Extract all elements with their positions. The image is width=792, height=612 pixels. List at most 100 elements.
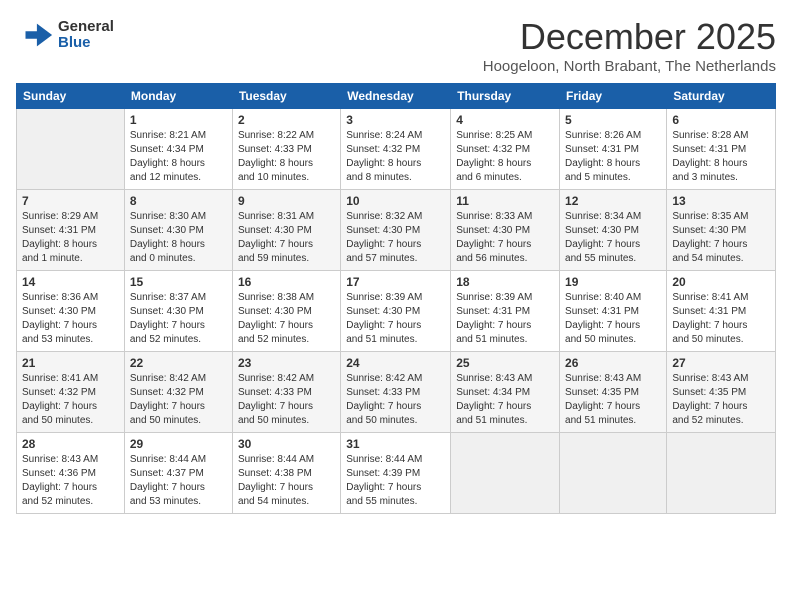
day-number: 8 <box>130 194 227 208</box>
calendar-cell: 28 Sunrise: 8:43 AMSunset: 4:36 PMDayligh… <box>17 433 125 514</box>
calendar-row-1: 7Sunrise: 8:29 AMSunset: 4:31 PMDaylight… <box>17 190 776 271</box>
calendar-cell: 16 Sunrise: 8:38 AMSunset: 4:30 PMDayligh… <box>232 271 340 352</box>
day-info: Sunrise: 8:43 AMSunset: 4:35 PMDaylight:… <box>672 372 770 428</box>
title-block: December 2025 Hoogeloon, North Brabant, … <box>483 16 776 75</box>
logo: General Blue <box>16 16 114 54</box>
calendar-cell: 25 Sunrise: 8:43 AMSunset: 4:34 PMDayligh… <box>451 352 560 433</box>
day-info: Sunrise: 8:30 AMSunset: 4:30 PMDaylight:… <box>130 210 227 266</box>
calendar-row-3: 21 Sunrise: 8:41 AMSunset: 4:32 PMDayligh… <box>17 352 776 433</box>
logo-general-text: General <box>58 19 114 36</box>
day-number: 19 <box>565 275 661 289</box>
day-info: Sunrise: 8:42 AMSunset: 4:32 PMDaylight:… <box>130 372 227 428</box>
calendar-cell: 17 Sunrise: 8:39 AMSunset: 4:30 PMDayligh… <box>341 271 451 352</box>
day-number: 11 <box>456 194 554 208</box>
calendar-cell: 22 Sunrise: 8:42 AMSunset: 4:32 PMDayligh… <box>124 352 232 433</box>
day-number: 25 <box>456 356 554 370</box>
day-number: 16 <box>238 275 335 289</box>
calendar-cell: 7Sunrise: 8:29 AMSunset: 4:31 PMDaylight… <box>17 190 125 271</box>
day-info: Sunrise: 8:25 AMSunset: 4:32 PMDaylight:… <box>456 129 554 185</box>
day-number: 13 <box>672 194 770 208</box>
calendar-cell: 9 Sunrise: 8:31 AMSunset: 4:30 PMDaylight… <box>232 190 340 271</box>
day-info: Sunrise: 8:33 AMSunset: 4:30 PMDaylight:… <box>456 210 554 266</box>
page-header: General Blue December 2025 Hoogeloon, No… <box>16 16 776 75</box>
day-number: 26 <box>565 356 661 370</box>
calendar-cell: 21 Sunrise: 8:41 AMSunset: 4:32 PMDayligh… <box>17 352 125 433</box>
day-info: Sunrise: 8:29 AMSunset: 4:31 PMDaylight:… <box>22 210 119 266</box>
day-number: 4 <box>456 113 554 127</box>
day-info: Sunrise: 8:31 AMSunset: 4:30 PMDaylight:… <box>238 210 335 266</box>
calendar-cell: 5 Sunrise: 8:26 AMSunset: 4:31 PMDaylight… <box>560 109 667 190</box>
calendar-cell: 31Sunrise: 8:44 AMSunset: 4:39 PMDayligh… <box>341 433 451 514</box>
header-sunday: Sunday <box>17 84 125 109</box>
day-number: 1 <box>130 113 227 127</box>
calendar-row-2: 14 Sunrise: 8:36 AMSunset: 4:30 PMDayligh… <box>17 271 776 352</box>
calendar-cell: 14 Sunrise: 8:36 AMSunset: 4:30 PMDayligh… <box>17 271 125 352</box>
logo-icon <box>16 16 54 54</box>
calendar-cell: 20Sunrise: 8:41 AMSunset: 4:31 PMDayligh… <box>667 271 776 352</box>
day-info: Sunrise: 8:24 AMSunset: 4:32 PMDaylight:… <box>346 129 445 185</box>
location-subtitle: Hoogeloon, North Brabant, The Netherland… <box>483 58 776 75</box>
calendar-cell <box>560 433 667 514</box>
calendar-cell: 30 Sunrise: 8:44 AMSunset: 4:38 PMDayligh… <box>232 433 340 514</box>
calendar-cell: 18Sunrise: 8:39 AMSunset: 4:31 PMDayligh… <box>451 271 560 352</box>
calendar-row-4: 28 Sunrise: 8:43 AMSunset: 4:36 PMDayligh… <box>17 433 776 514</box>
calendar-cell: 2 Sunrise: 8:22 AMSunset: 4:33 PMDaylight… <box>232 109 340 190</box>
day-number: 2 <box>238 113 335 127</box>
calendar-cell: 19 Sunrise: 8:40 AMSunset: 4:31 PMDayligh… <box>560 271 667 352</box>
day-info: Sunrise: 8:43 AMSunset: 4:34 PMDaylight:… <box>456 372 554 428</box>
calendar-cell: 12Sunrise: 8:34 AMSunset: 4:30 PMDayligh… <box>560 190 667 271</box>
day-number: 12 <box>565 194 661 208</box>
day-info: Sunrise: 8:36 AMSunset: 4:30 PMDaylight:… <box>22 291 119 347</box>
header-row: Sunday Monday Tuesday Wednesday Thursday… <box>17 84 776 109</box>
day-info: Sunrise: 8:38 AMSunset: 4:30 PMDaylight:… <box>238 291 335 347</box>
day-number: 17 <box>346 275 445 289</box>
calendar-body: 1 Sunrise: 8:21 AMSunset: 4:34 PMDaylight… <box>17 109 776 514</box>
calendar-header: Sunday Monday Tuesday Wednesday Thursday… <box>17 84 776 109</box>
header-wednesday: Wednesday <box>341 84 451 109</box>
calendar-cell <box>17 109 125 190</box>
day-info: Sunrise: 8:35 AMSunset: 4:30 PMDaylight:… <box>672 210 770 266</box>
day-info: Sunrise: 8:39 AMSunset: 4:31 PMDaylight:… <box>456 291 554 347</box>
calendar-cell: 11 Sunrise: 8:33 AMSunset: 4:30 PMDayligh… <box>451 190 560 271</box>
header-friday: Friday <box>560 84 667 109</box>
day-number: 9 <box>238 194 335 208</box>
day-number: 22 <box>130 356 227 370</box>
calendar-cell: 15Sunrise: 8:37 AMSunset: 4:30 PMDayligh… <box>124 271 232 352</box>
calendar-cell: 29 Sunrise: 8:44 AMSunset: 4:37 PMDayligh… <box>124 433 232 514</box>
day-number: 3 <box>346 113 445 127</box>
calendar-cell: 8 Sunrise: 8:30 AMSunset: 4:30 PMDaylight… <box>124 190 232 271</box>
header-saturday: Saturday <box>667 84 776 109</box>
calendar-cell: 26 Sunrise: 8:43 AMSunset: 4:35 PMDayligh… <box>560 352 667 433</box>
day-info: Sunrise: 8:41 AMSunset: 4:32 PMDaylight:… <box>22 372 119 428</box>
calendar-cell: 10Sunrise: 8:32 AMSunset: 4:30 PMDayligh… <box>341 190 451 271</box>
day-number: 29 <box>130 437 227 451</box>
day-info: Sunrise: 8:39 AMSunset: 4:30 PMDaylight:… <box>346 291 445 347</box>
day-info: Sunrise: 8:26 AMSunset: 4:31 PMDaylight:… <box>565 129 661 185</box>
day-number: 14 <box>22 275 119 289</box>
day-number: 23 <box>238 356 335 370</box>
day-number: 21 <box>22 356 119 370</box>
calendar-cell: 1 Sunrise: 8:21 AMSunset: 4:34 PMDaylight… <box>124 109 232 190</box>
day-number: 5 <box>565 113 661 127</box>
calendar-cell: 23Sunrise: 8:42 AMSunset: 4:33 PMDayligh… <box>232 352 340 433</box>
calendar-cell <box>451 433 560 514</box>
day-info: Sunrise: 8:44 AMSunset: 4:38 PMDaylight:… <box>238 453 335 509</box>
day-number: 28 <box>22 437 119 451</box>
day-info: Sunrise: 8:43 AMSunset: 4:35 PMDaylight:… <box>565 372 661 428</box>
day-number: 27 <box>672 356 770 370</box>
day-number: 6 <box>672 113 770 127</box>
day-info: Sunrise: 8:22 AMSunset: 4:33 PMDaylight:… <box>238 129 335 185</box>
day-info: Sunrise: 8:44 AMSunset: 4:39 PMDaylight:… <box>346 453 445 509</box>
day-number: 30 <box>238 437 335 451</box>
calendar-cell: 3 Sunrise: 8:24 AMSunset: 4:32 PMDaylight… <box>341 109 451 190</box>
day-info: Sunrise: 8:44 AMSunset: 4:37 PMDaylight:… <box>130 453 227 509</box>
day-info: Sunrise: 8:40 AMSunset: 4:31 PMDaylight:… <box>565 291 661 347</box>
day-info: Sunrise: 8:21 AMSunset: 4:34 PMDaylight:… <box>130 129 227 185</box>
calendar-cell: 6Sunrise: 8:28 AMSunset: 4:31 PMDaylight… <box>667 109 776 190</box>
calendar-table: Sunday Monday Tuesday Wednesday Thursday… <box>16 83 776 514</box>
header-tuesday: Tuesday <box>232 84 340 109</box>
calendar-cell: 13 Sunrise: 8:35 AMSunset: 4:30 PMDayligh… <box>667 190 776 271</box>
calendar-cell: 4 Sunrise: 8:25 AMSunset: 4:32 PMDaylight… <box>451 109 560 190</box>
day-info: Sunrise: 8:43 AMSunset: 4:36 PMDaylight:… <box>22 453 119 509</box>
day-number: 10 <box>346 194 445 208</box>
